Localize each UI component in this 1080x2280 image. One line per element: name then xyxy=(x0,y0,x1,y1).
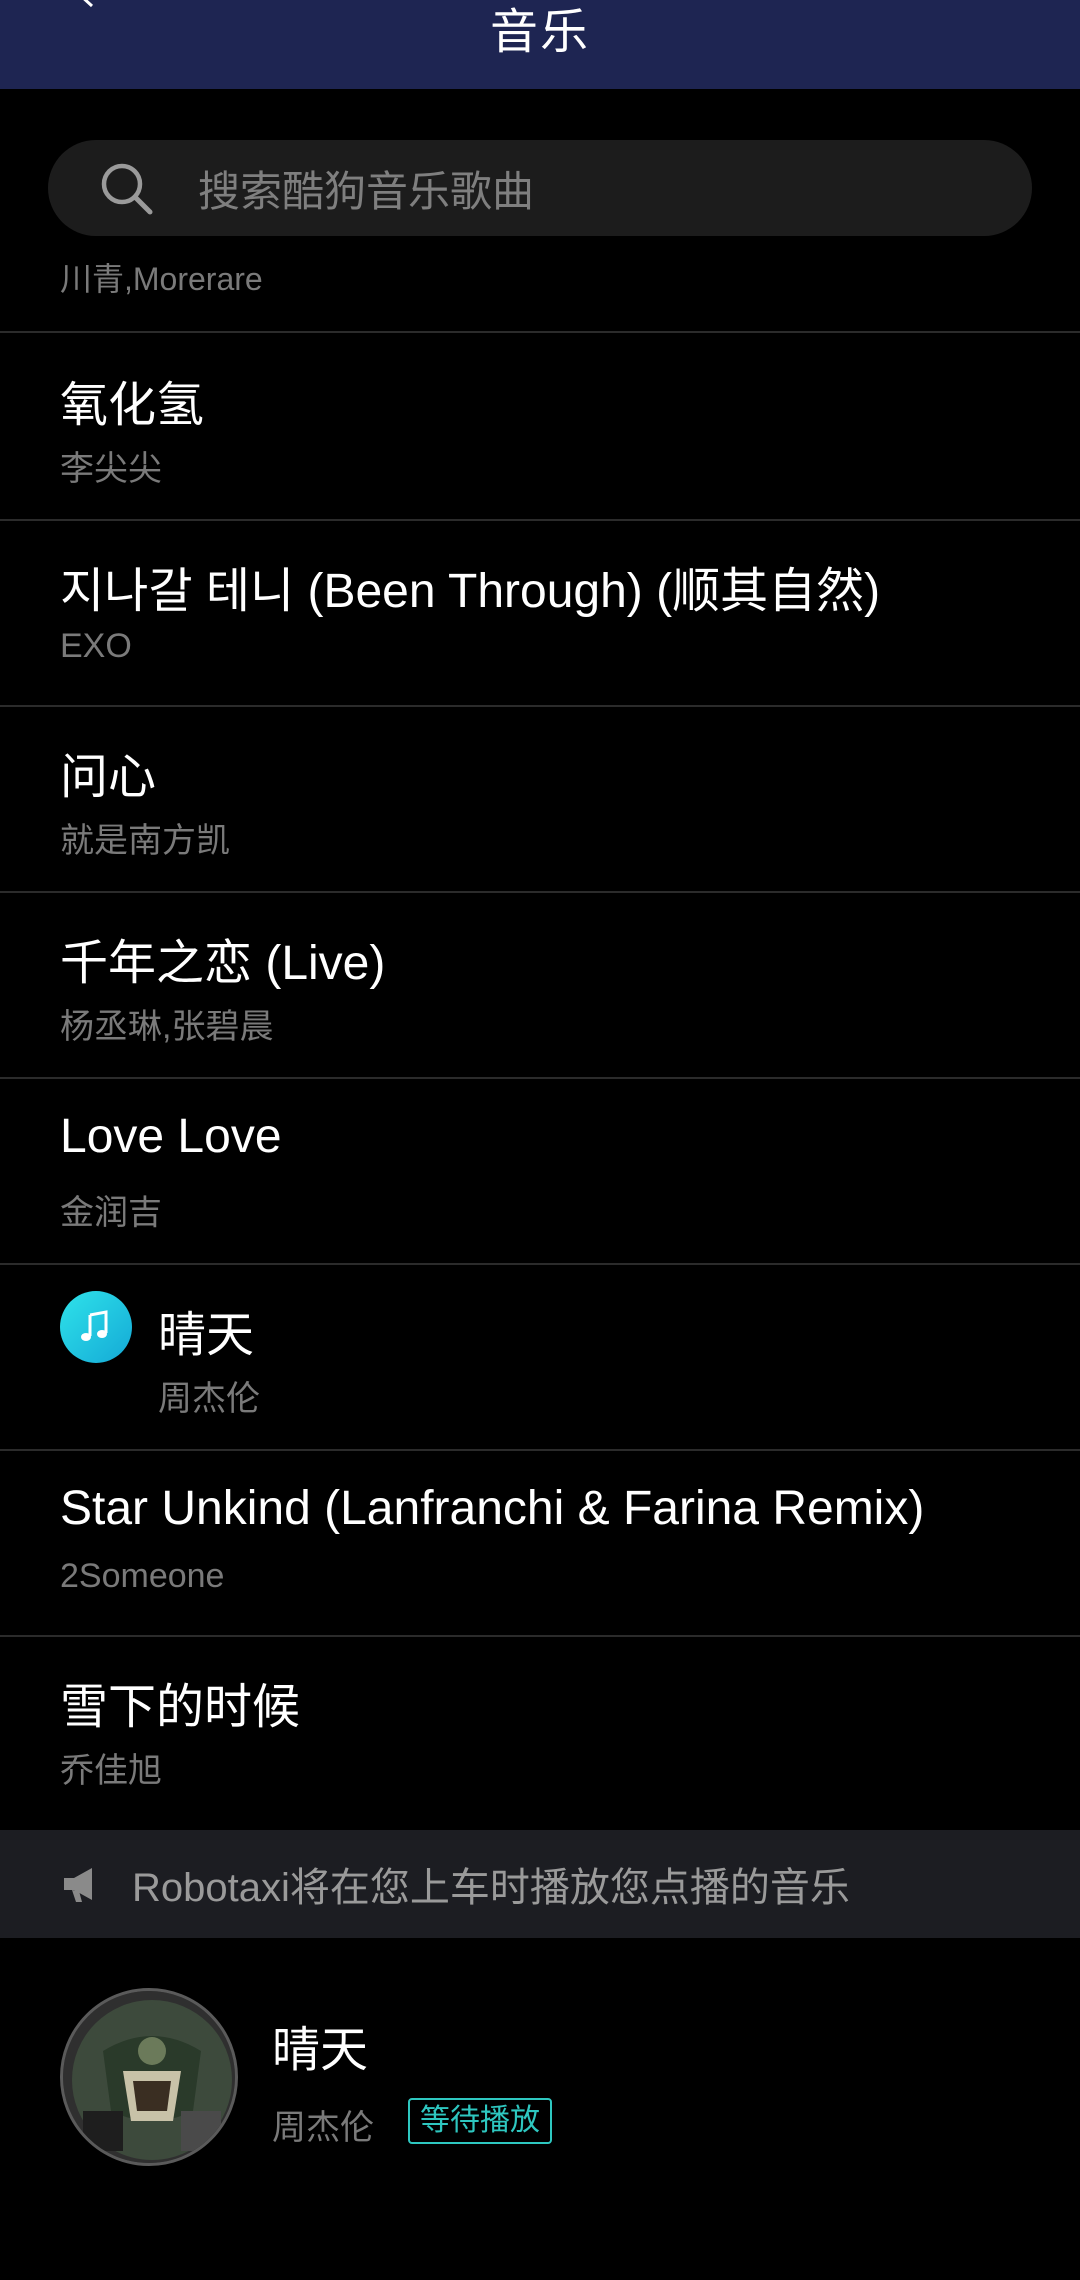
song-row[interactable]: Love Love 金润吉 xyxy=(0,1079,1080,1265)
song-title: 问心 xyxy=(60,751,157,804)
song-row[interactable]: 지나갈 테니 (Been Through) (顺其自然) EXO xyxy=(0,521,1080,707)
song-artist: 金润吉 xyxy=(60,1194,162,1232)
song-row[interactable]: 雪下的时候 乔佳旭 xyxy=(0,1637,1080,1818)
song-artist: 李尖尖 xyxy=(60,450,162,488)
song-artist: EXO xyxy=(60,627,132,665)
song-list[interactable]: 川青,Morerare 氧化氢 李尖尖 지나갈 테니 (Been Through… xyxy=(0,240,1080,1818)
song-title: Love Love xyxy=(60,1110,282,1163)
search-input[interactable]: 搜索酷狗音乐歌曲 xyxy=(48,140,1032,236)
song-artist: 2Someone xyxy=(60,1557,225,1595)
song-row[interactable]: Star Unkind (Lanfranchi & Farina Remix) … xyxy=(0,1451,1080,1637)
song-title: 千年之恋 (Live) xyxy=(60,937,386,990)
song-artist: 周杰伦 xyxy=(158,1380,260,1418)
song-row-playing[interactable]: 晴天 周杰伦 xyxy=(0,1265,1080,1451)
music-note-icon xyxy=(60,1291,132,1363)
song-artist: 杨丞琳,张碧晨 xyxy=(60,1008,274,1046)
song-title: 氧化氢 xyxy=(60,379,205,432)
app-header: 音乐 xyxy=(0,0,1080,89)
song-artist: 就是南方凯 xyxy=(60,822,230,860)
megaphone-icon xyxy=(64,1868,92,1902)
song-title: 지나갈 테니 (Been Through) (顺其自然) xyxy=(60,565,881,618)
song-artist: 川青,Morerare xyxy=(60,261,263,297)
now-playing-title: 晴天 xyxy=(272,2024,369,2077)
song-row-partial[interactable]: 川青,Morerare xyxy=(0,240,1080,333)
status-badge: 等待播放 xyxy=(408,2098,552,2144)
song-row[interactable]: 问心 就是南方凯 xyxy=(0,707,1080,893)
notice-text: Robotaxi将在您上车时播放您点播的音乐 xyxy=(132,1866,850,1910)
notice-bar: Robotaxi将在您上车时播放您点播的音乐 xyxy=(0,1830,1080,1938)
now-playing-artist: 周杰伦 xyxy=(272,2109,374,2147)
song-title: 晴天 xyxy=(158,1309,255,1362)
back-arrow-icon[interactable] xyxy=(72,0,102,10)
search-icon xyxy=(101,163,153,215)
song-row[interactable]: 千年之恋 (Live) 杨丞琳,张碧晨 xyxy=(0,893,1080,1079)
song-row[interactable]: 氧化氢 李尖尖 xyxy=(0,335,1080,521)
song-title: 雪下的时候 xyxy=(60,1681,301,1734)
search-placeholder: 搜索酷狗音乐歌曲 xyxy=(198,167,535,215)
song-title: Star Unkind (Lanfranchi & Farina Remix) xyxy=(60,1482,925,1535)
song-artist: 乔佳旭 xyxy=(60,1752,162,1790)
page-title: 音乐 xyxy=(489,5,590,59)
now-playing-bar[interactable]: 晴天 周杰伦 等待播放 xyxy=(0,1938,1080,2280)
album-cover xyxy=(60,1988,238,2166)
